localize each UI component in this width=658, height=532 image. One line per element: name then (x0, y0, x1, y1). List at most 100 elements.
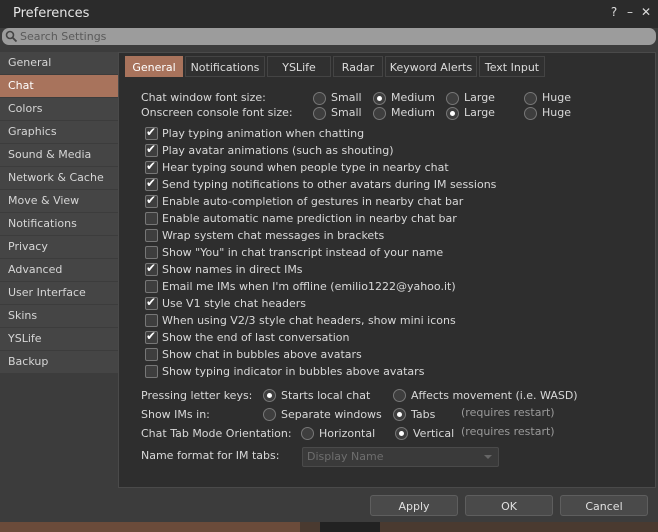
console-font-huge-radio[interactable] (524, 107, 537, 120)
checkbox[interactable] (145, 348, 158, 361)
window-title: Preferences (13, 6, 90, 21)
checkbox-row[interactable]: ✔ Enable auto-completion of gestures in … (119, 193, 655, 210)
close-icon[interactable]: ✕ (640, 5, 652, 19)
checkbox[interactable] (145, 246, 158, 259)
checkbox[interactable]: ✔ (145, 176, 158, 191)
apply-button[interactable]: Apply (370, 495, 458, 516)
tab-notifications[interactable]: Notifications (185, 56, 265, 77)
chat-font-medium-radio[interactable] (373, 92, 386, 105)
checkbox-row[interactable]: Show "You" in chat transcript instead of… (119, 245, 655, 261)
vertical-radio[interactable] (395, 427, 408, 440)
checkbox[interactable]: ✔ (145, 142, 158, 157)
tab-keyword-alerts[interactable]: Keyword Alerts (385, 56, 477, 77)
tab-text-input[interactable]: Text Input (479, 56, 545, 77)
checkbox-label: Enable automatic name prediction in near… (162, 212, 457, 225)
sidebar-item-backup[interactable]: Backup (0, 351, 118, 373)
name-format-label: Name format for IM tabs: (141, 449, 280, 462)
starts-local-chat-label: Starts local chat (281, 389, 371, 402)
checkbox[interactable] (145, 280, 158, 293)
title-bar[interactable]: Preferences ? – ✕ (0, 0, 658, 28)
sidebar-item-graphics[interactable]: Graphics (0, 121, 118, 143)
checkbox-row[interactable]: Enable automatic name prediction in near… (119, 211, 655, 227)
console-font-medium-radio[interactable] (373, 107, 386, 120)
sidebar-item-advanced[interactable]: Advanced (0, 259, 118, 281)
checkbox-row[interactable]: ✔ Play avatar animations (such as shouti… (119, 142, 655, 159)
checkbox-label: Show chat in bubbles above avatars (162, 348, 362, 361)
checkbox-row[interactable]: ✔ Play typing animation when chatting (119, 125, 655, 142)
background-scene-strip (0, 522, 658, 532)
search-bar (2, 28, 656, 45)
checkbox[interactable] (145, 229, 158, 242)
console-font-size-row: Onscreen console font size: Small Medium… (119, 105, 655, 121)
affects-movement-radio[interactable] (393, 389, 406, 402)
ok-button[interactable]: OK (465, 495, 553, 516)
checkbox[interactable]: ✔ (145, 261, 158, 276)
scene-left (0, 522, 300, 532)
console-font-small-radio[interactable] (313, 107, 326, 120)
sidebar-item-user-interface[interactable]: User Interface (0, 282, 118, 304)
starts-local-chat-radio[interactable] (263, 389, 276, 402)
checkbox[interactable]: ✔ (145, 125, 158, 140)
sidebar-item-move-view[interactable]: Move & View (0, 190, 118, 212)
tab-orientation-row: Chat Tab Mode Orientation: Horizontal Ve… (119, 425, 655, 442)
show-ims-row: Show IMs in: Separate windows Tabs (requ… (119, 406, 655, 423)
checkbox-label: Wrap system chat messages in brackets (162, 229, 385, 242)
chat-font-size-row: Chat window font size: Small Medium Larg… (119, 90, 655, 106)
checkbox-row[interactable]: Show chat in bubbles above avatars (119, 347, 655, 363)
checkbox[interactable]: ✔ (145, 295, 158, 310)
separate-windows-radio[interactable] (263, 408, 276, 421)
minimize-icon[interactable]: – (624, 5, 636, 19)
tab-yslife[interactable]: YSLife (267, 56, 331, 77)
checkbox[interactable]: ✔ (145, 159, 158, 174)
separate-windows-label: Separate windows (281, 408, 382, 421)
checkbox-row[interactable]: Wrap system chat messages in brackets (119, 228, 655, 244)
checkbox[interactable]: ✔ (145, 193, 158, 208)
checkbox-label: When using V2/3 style chat headers, show… (162, 314, 456, 327)
sidebar-item-network-cache[interactable]: Network & Cache (0, 167, 118, 189)
sidebar-item-sound-media[interactable]: Sound & Media (0, 144, 118, 166)
horizontal-radio[interactable] (301, 427, 314, 440)
cancel-button[interactable]: Cancel (560, 495, 648, 516)
checkbox-row[interactable]: ✔ Show names in direct IMs (119, 261, 655, 278)
checkbox-label: Send typing notifications to other avata… (162, 178, 497, 191)
checkbox-row[interactable]: ✔ Hear typing sound when people type in … (119, 159, 655, 176)
checkbox[interactable] (145, 314, 158, 327)
chat-font-small-radio[interactable] (313, 92, 326, 105)
console-font-large-radio[interactable] (446, 107, 459, 120)
chat-font-huge-radio[interactable] (524, 92, 537, 105)
chat-font-large-radio[interactable] (446, 92, 459, 105)
affects-movement-label: Affects movement (i.e. WASD) (411, 389, 578, 402)
sidebar-item-chat[interactable]: Chat (0, 75, 118, 97)
sidebar-item-notifications[interactable]: Notifications (0, 213, 118, 235)
checkbox-row[interactable]: ✔ Send typing notifications to other ava… (119, 176, 655, 193)
sidebar-item-colors[interactable]: Colors (0, 98, 118, 120)
name-format-row: Name format for IM tabs: Display Name (119, 447, 655, 467)
sidebar-item-general[interactable]: General (0, 52, 118, 74)
sidebar-item-skins[interactable]: Skins (0, 305, 118, 327)
chevron-down-icon (484, 455, 492, 459)
chat-font-medium-label: Medium (391, 91, 435, 104)
help-icon[interactable]: ? (608, 5, 620, 19)
name-format-dropdown[interactable]: Display Name (302, 447, 499, 467)
checkbox-row[interactable]: When using V2/3 style chat headers, show… (119, 313, 655, 329)
tabs-radio[interactable] (393, 408, 406, 421)
tab-general[interactable]: General (125, 56, 183, 77)
checkbox-label: Enable auto-completion of gestures in ne… (162, 195, 464, 208)
checkbox-row[interactable]: Show typing indicator in bubbles above a… (119, 364, 655, 380)
checkbox-row[interactable]: ✔ Show the end of last conversation (119, 329, 655, 346)
checkbox-row[interactable]: ✔ Use V1 style chat headers (119, 295, 655, 312)
chat-font-small-label: Small (331, 91, 362, 104)
checkbox-label: Play typing animation when chatting (162, 127, 365, 140)
chat-font-huge-label: Huge (542, 91, 571, 104)
checkbox[interactable] (145, 365, 158, 378)
checkbox-label: Show names in direct IMs (162, 263, 303, 276)
checkbox-label: Show "You" in chat transcript instead of… (162, 246, 444, 259)
search-input[interactable] (20, 29, 640, 44)
checkbox[interactable] (145, 212, 158, 225)
console-font-small-label: Small (331, 106, 362, 119)
checkbox[interactable]: ✔ (145, 329, 158, 344)
checkbox-row[interactable]: Email me IMs when I'm offline (emilio122… (119, 279, 655, 295)
tab-radar[interactable]: Radar (333, 56, 383, 77)
sidebar-item-yslife[interactable]: YSLife (0, 328, 118, 350)
sidebar-item-privacy[interactable]: Privacy (0, 236, 118, 258)
